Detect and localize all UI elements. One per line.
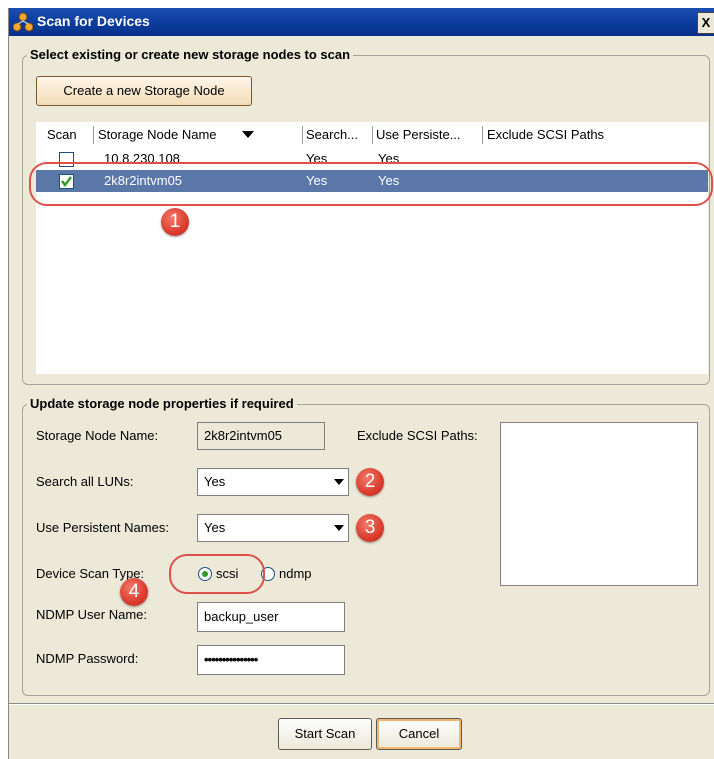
storage-nodes-icon bbox=[13, 12, 33, 32]
chevron-down-icon bbox=[242, 131, 254, 138]
title-bar[interactable]: Scan for Devices X bbox=[9, 8, 714, 36]
footer-divider-light bbox=[9, 704, 714, 705]
start-scan-button[interactable]: Start Scan bbox=[278, 718, 372, 750]
properties-group-title: Update storage node properties if requir… bbox=[27, 396, 297, 411]
annotation-highlight-row bbox=[29, 162, 713, 206]
scan-for-devices-dialog: Scan for Devices X Select existing or cr… bbox=[8, 8, 714, 759]
storage-nodes-table: Scan Storage Node Name Search... Use Per… bbox=[36, 122, 708, 374]
storage-node-name-label: Storage Node Name: bbox=[36, 428, 159, 443]
exclude-scsi-paths-textarea[interactable] bbox=[500, 422, 698, 586]
annotation-badge-4: 4 bbox=[120, 578, 148, 606]
table-header: Scan Storage Node Name Search... Use Per… bbox=[36, 122, 708, 148]
use-persistent-names-value: Yes bbox=[204, 520, 226, 535]
radio-ndmp-label: ndmp bbox=[279, 566, 312, 581]
close-button[interactable]: X bbox=[697, 12, 714, 34]
column-header-exclude-scsi-paths[interactable]: Exclude SCSI Paths bbox=[487, 122, 604, 148]
dialog-title: Scan for Devices bbox=[37, 13, 150, 29]
radio-ndmp[interactable]: ndmp bbox=[261, 564, 329, 586]
column-separator bbox=[93, 126, 94, 144]
chevron-down-icon bbox=[334, 479, 344, 485]
search-all-luns-label: Search all LUNs: bbox=[36, 474, 134, 489]
use-persistent-names-label: Use Persistent Names: bbox=[36, 520, 169, 535]
ndmp-user-name-label: NDMP User Name: bbox=[36, 607, 148, 622]
column-separator bbox=[482, 126, 483, 144]
column-separator bbox=[372, 126, 373, 144]
ndmp-user-name-field[interactable]: backup_user bbox=[197, 602, 345, 632]
chevron-down-icon bbox=[334, 525, 344, 531]
column-separator bbox=[302, 126, 303, 144]
ndmp-password-label: NDMP Password: bbox=[36, 651, 139, 666]
annotation-badge-3: 3 bbox=[356, 514, 384, 542]
search-all-luns-value: Yes bbox=[204, 474, 226, 489]
storage-nodes-group-title: Select existing or create new storage no… bbox=[27, 47, 354, 62]
ndmp-password-field[interactable]: ••••••••••••••• bbox=[197, 645, 345, 675]
annotation-badge-2: 2 bbox=[356, 468, 384, 496]
exclude-scsi-paths-label: Exclude SCSI Paths: bbox=[357, 428, 478, 443]
column-header-use-persistent[interactable]: Use Persiste... bbox=[376, 122, 461, 148]
use-persistent-names-select[interactable]: Yes bbox=[197, 514, 349, 542]
annotation-badge-1: 1 bbox=[161, 208, 189, 236]
column-header-search[interactable]: Search... bbox=[306, 122, 358, 148]
close-icon: X bbox=[701, 15, 711, 30]
column-header-scan[interactable]: Scan bbox=[47, 122, 77, 148]
search-all-luns-select[interactable]: Yes bbox=[197, 468, 349, 496]
annotation-highlight-scan-type bbox=[169, 554, 265, 594]
cancel-button[interactable]: Cancel bbox=[376, 718, 462, 750]
column-header-storage-node-name[interactable]: Storage Node Name bbox=[98, 122, 217, 148]
create-storage-node-button[interactable]: Create a new Storage Node bbox=[36, 76, 252, 106]
storage-node-name-field: 2k8r2intvm05 bbox=[197, 422, 325, 450]
